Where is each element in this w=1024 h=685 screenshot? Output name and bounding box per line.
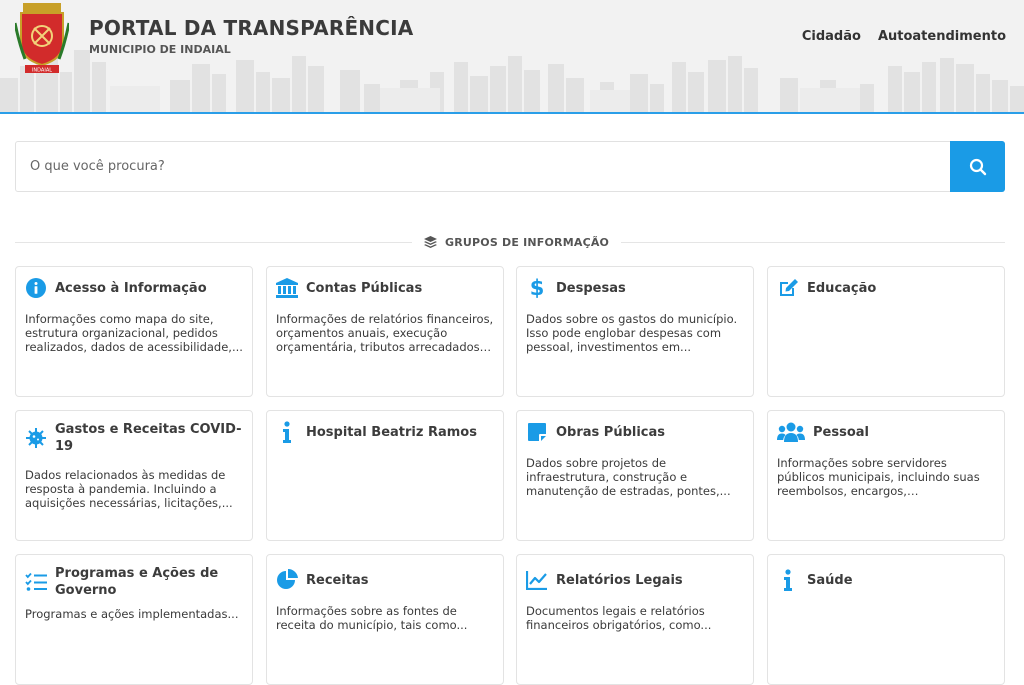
info-group-card[interactable]: Acesso à Informação Informações como map… — [15, 266, 253, 397]
card-title: Obras Públicas — [556, 424, 666, 440]
info-group-card[interactable]: Educação — [767, 266, 1005, 397]
card-title: Saúde — [807, 572, 853, 588]
search-bar — [15, 141, 1005, 192]
info-group-card[interactable]: Hospital Beatriz Ramos — [266, 410, 504, 541]
municipal-coat-of-arms-logo: INDAIAL — [15, 3, 69, 74]
card-title: Educação — [807, 280, 877, 296]
layers-icon — [424, 236, 437, 248]
card-description: Dados relacionados às medidas de respost… — [25, 468, 233, 510]
card-description: Informações de relatórios financeiros, o… — [276, 312, 494, 354]
card-title: Contas Públicas — [306, 280, 423, 296]
logo-ribbon-text: INDAIAL — [32, 68, 52, 74]
top-navigation: Cidadão Autoatendimento — [802, 29, 1006, 44]
card-description: Informações sobre servidores públicos mu… — [777, 456, 980, 498]
card-description: Informações como mapa do site, estrutura… — [25, 312, 243, 354]
section-title-text: GRUPOS DE INFORMAÇÃO — [445, 235, 610, 249]
virus-icon — [25, 427, 47, 449]
sticky-note-icon — [526, 421, 548, 443]
card-title: Despesas — [556, 280, 626, 296]
nav-link-autoatendimento[interactable]: Autoatendimento — [878, 29, 1006, 44]
portal-title: PORTAL DA TRANSPARÊNCIA — [89, 16, 414, 40]
card-title: Programas e Ações de Governo — [55, 566, 219, 598]
card-description: Dados sobre projetos de infraestrutura, … — [526, 456, 731, 498]
tasks-icon — [25, 571, 47, 593]
info-group-card[interactable]: Relatórios Legais Documentos legais e re… — [516, 554, 754, 685]
nav-link-cidadao[interactable]: Cidadão — [802, 29, 861, 44]
section-heading: GRUPOS DE INFORMAÇÃO — [412, 233, 622, 251]
card-description: Programas e ações implementadas... — [25, 607, 239, 621]
card-title: Hospital Beatriz Ramos — [306, 424, 477, 440]
card-title: Receitas — [306, 572, 369, 588]
card-title: Acesso à Informação — [55, 280, 207, 296]
dollar-icon: $ — [529, 276, 545, 300]
info-group-card[interactable]: Gastos e Receitas COVID-19 Dados relacio… — [15, 410, 253, 541]
search-icon — [969, 158, 986, 175]
info-circle-icon — [25, 277, 47, 299]
card-description: Informações sobre as fontes de receita d… — [276, 604, 468, 632]
info-group-card[interactable]: Programas e Ações de Governo Programas e… — [15, 554, 253, 685]
info-icon — [276, 421, 298, 443]
info-group-card[interactable]: Receitas Informações sobre as fontes de … — [266, 554, 504, 685]
card-title: Relatórios Legais — [556, 572, 683, 588]
info-icon — [777, 569, 799, 591]
info-group-card[interactable]: Obras Públicas Dados sobre projetos de i… — [516, 410, 754, 541]
pie-chart-icon — [276, 569, 298, 591]
info-group-card[interactable]: Pessoal Informações sobre servidores púb… — [767, 410, 1005, 541]
site-header: INDAIAL PORTAL DA TRANSPARÊNCIA MUNICIPI… — [0, 0, 1024, 114]
card-description: Documentos legais e relatórios financeir… — [526, 604, 712, 632]
search-input[interactable] — [16, 142, 951, 191]
card-title: Pessoal — [813, 424, 869, 440]
search-button[interactable] — [950, 141, 1005, 192]
line-chart-icon — [526, 569, 548, 591]
card-title: Gastos e Receitas COVID-19 — [55, 422, 242, 454]
users-icon — [777, 421, 805, 443]
municipality-subtitle: MUNICIPIO DE INDAIAL — [89, 43, 231, 56]
edit-icon — [777, 277, 799, 299]
bank-icon — [276, 277, 298, 299]
info-group-card[interactable]: Contas Públicas Informações de relatório… — [266, 266, 504, 397]
card-description: Dados sobre os gastos do município. Isso… — [526, 312, 738, 354]
info-group-card[interactable]: Saúde — [767, 554, 1005, 685]
info-group-card[interactable]: $ Despesas Dados sobre os gastos do muni… — [516, 266, 754, 397]
